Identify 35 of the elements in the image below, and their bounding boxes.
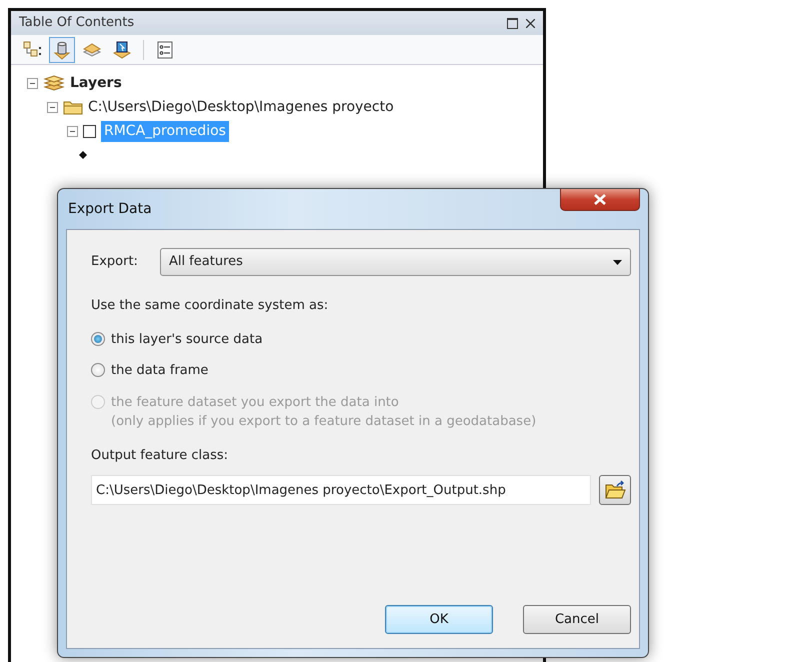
field-label: Export: [91,253,138,272]
close-button[interactable] [560,189,640,211]
list-options-icon [155,40,175,60]
layers-icon [43,74,65,92]
dialog-button[interactable]: OK [385,605,493,634]
panel-title: Table Of Contents [19,14,134,32]
radio-note: (only applies if you export to a feature dataset in a geodatabase) [111,413,536,431]
dialog-title: Export Data [68,200,152,218]
layer-selection-icon [112,40,132,60]
dialog-button[interactable]: Cancel [523,605,631,634]
section-label: Output feature class: [91,446,230,464]
tree-icon [22,40,42,60]
radio-label[interactable]: this layer's source data [111,330,263,349]
radio-button[interactable] [91,363,105,377]
close-icon[interactable] [526,18,535,28]
folder-path[interactable]: C:\Users\Diego\Desktop\Imagenes proyecto [88,96,394,118]
radio-label[interactable]: the data frame [111,361,208,380]
output-path-field[interactable]: C:\Users\Diego\Desktop\Imagenes proyecto\Export_Output.shp [91,475,591,505]
group-label[interactable]: Layers [70,72,122,94]
caret-icon [613,260,622,264]
browse-button[interactable] [599,475,631,505]
restore-icon[interactable] [507,18,518,28]
folder-icon [63,99,83,115]
section-label: Use the same coordinate system as: [91,297,330,315]
radio-button[interactable] [91,332,105,346]
point-symbol-icon [79,151,87,159]
close-icon [594,194,606,205]
export-dropdown[interactable]: All features [160,248,631,276]
collapse-toggle[interactable] [27,78,38,88]
collapse-toggle[interactable] [47,102,58,112]
folder-icon [604,480,626,500]
database-icon [52,40,72,60]
collapse-toggle[interactable] [67,126,78,136]
toolbar-button[interactable] [49,36,75,62]
layer-checkbox[interactable] [83,124,96,138]
